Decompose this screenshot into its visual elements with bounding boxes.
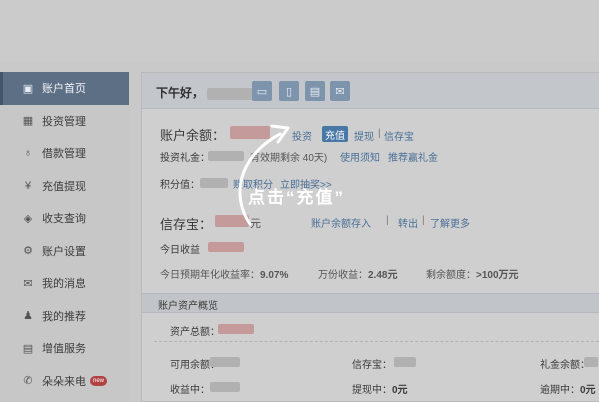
per-10k-value: 2.48元 [368, 270, 398, 281]
home-icon: ▣ [22, 82, 34, 95]
sidebar-item-value-services[interactable]: ▤ 增值服务 [0, 332, 129, 365]
transfer-out-link[interactable]: 转出 [398, 215, 418, 230]
overdue-row: 逾期中：0元 [540, 381, 596, 396]
verify-id-icon[interactable]: ▯ [279, 81, 299, 101]
layers-icon: ◈ [23, 212, 33, 225]
new-badge: new [90, 375, 108, 386]
sidebar-item-label: 账户设置 [42, 245, 86, 258]
sidebar-item-settings[interactable]: ⚙ 账户设置 [0, 235, 129, 268]
recommend-gift-link[interactable]: 推荐赢礼金 [388, 149, 438, 164]
rate-label: 今日预期年化收益率： [160, 270, 260, 281]
phone-icon: ✆ [23, 375, 33, 388]
withdrawing-label: 提现中： [352, 385, 392, 396]
xincunbao-link[interactable]: 信存宝 [384, 128, 414, 143]
masked-cunbao-overview [394, 357, 416, 367]
sidebar-item-investment[interactable]: ▦ 投资管理 [0, 105, 129, 138]
sidebar-item-label: 收支查询 [42, 213, 86, 226]
greeting-text: 下午好， [156, 86, 205, 100]
asset-overview-header: 账户资产概览 [142, 293, 599, 313]
verify-card-icon[interactable]: ▤ [305, 81, 325, 101]
rate-value: 9.07% [260, 270, 289, 281]
separator: | [378, 128, 381, 139]
withdrawing-row: 提现中：0元 [352, 381, 408, 396]
gear-icon: ⚙ [23, 245, 33, 258]
masked-gift-balance [584, 357, 598, 367]
masked-total-assets [218, 324, 254, 334]
points-label: 积分值： [160, 180, 200, 191]
rate-row: 今日预期年化收益率：9.07% [160, 266, 288, 281]
recharge-button[interactable]: 充值 [322, 126, 348, 142]
balance-label: 账户余额： [160, 128, 226, 143]
per-10k-row: 万份收益：2.48元 [318, 266, 397, 281]
sidebar-nav: ▣ 账户首页 ▦ 投资管理 ♁ 借款管理 ¥ 充值提现 ◈ 收支查询 ⚙ 账户设… [0, 72, 129, 402]
masked-points [200, 178, 228, 188]
sidebar-item-phone[interactable]: ✆ 朵朵来电 new [0, 365, 129, 398]
sidebar-item-loans[interactable]: ♁ 借款管理 [0, 137, 129, 170]
greeting-bar: 下午好， ▭ ▯ ▤ ✉ [142, 73, 599, 109]
masked-available [210, 357, 240, 367]
sidebar-item-label: 借款管理 [42, 148, 86, 161]
sidebar-item-label: 我的推荐 [42, 310, 86, 323]
gift-label: 投资礼金： [160, 153, 210, 164]
withdraw-link[interactable]: 提现 [354, 128, 374, 143]
yen-icon: ¥ [24, 179, 32, 192]
earning-label: 收益中： [170, 385, 210, 396]
main-panel: 下午好， ▭ ▯ ▤ ✉ 账户余额： 投资 充值 提现 | 信存宝 投资礼金： … [141, 72, 599, 402]
remaining-row: 剩余额度：>100万元 [426, 266, 519, 281]
user-add-icon: ♟ [23, 310, 33, 323]
annotation-arrow-icon [238, 124, 290, 226]
gift-balance-label: 礼金余额： [540, 360, 590, 371]
per-10k-label: 万份收益： [318, 270, 368, 281]
masked-earning [210, 382, 240, 392]
value-service-icon: ▤ [22, 342, 34, 355]
sidebar-item-messages[interactable]: ✉ 我的消息 [0, 267, 129, 300]
withdrawing-value: 0元 [392, 385, 408, 396]
sidebar-item-label: 充值提现 [42, 180, 86, 193]
verify-email-icon[interactable]: ✉ [330, 81, 350, 101]
masked-username [207, 87, 258, 100]
sidebar-item-referrals[interactable]: ♟ 我的推荐 [0, 300, 129, 333]
sidebar-item-label: 朵朵来电 [42, 375, 86, 388]
asset-overview-title: 账户资产概览 [158, 301, 218, 312]
separator: | [422, 215, 425, 226]
sidebar-item-transactions[interactable]: ◈ 收支查询 [0, 202, 129, 235]
mail-icon: ✉ [23, 277, 33, 290]
sidebar-item-account-home[interactable]: ▣ 账户首页 [0, 72, 129, 105]
learn-more-link[interactable]: 了解更多 [430, 215, 470, 230]
chart-icon: ▦ [22, 115, 34, 128]
remaining-value: >100万元 [476, 270, 519, 281]
divider [154, 341, 599, 342]
annotation-text: 点击“充值” [248, 188, 345, 207]
today-earnings-label: 今日收益 [160, 245, 200, 256]
xincunbao-label: 信存宝： [160, 217, 213, 232]
verify-phone-icon[interactable]: ▭ [252, 81, 272, 101]
top-banner [0, 0, 599, 62]
usage-notes-link[interactable]: 使用须知 [340, 149, 380, 164]
total-assets-label: 资产总额： [170, 327, 220, 338]
sidebar-item-recharge-withdraw[interactable]: ¥ 充值提现 [0, 170, 129, 203]
sidebar-item-label: 账户首页 [42, 83, 86, 96]
deposit-from-balance-link[interactable]: 账户余额存入 [311, 215, 371, 230]
money-bag-icon: ♁ [23, 147, 33, 160]
sidebar-item-label: 我的消息 [42, 278, 86, 291]
sidebar-item-label: 投资管理 [42, 115, 86, 128]
separator: | [386, 215, 389, 226]
cunbao-overview-label: 信存宝： [352, 360, 392, 371]
remaining-label: 剩余额度： [426, 270, 476, 281]
greeting: 下午好， [156, 84, 258, 101]
overdue-value: 0元 [580, 385, 596, 396]
overdue-label: 逾期中： [540, 385, 580, 396]
sidebar-item-label: 增值服务 [42, 343, 86, 356]
masked-today-earnings [208, 242, 244, 252]
